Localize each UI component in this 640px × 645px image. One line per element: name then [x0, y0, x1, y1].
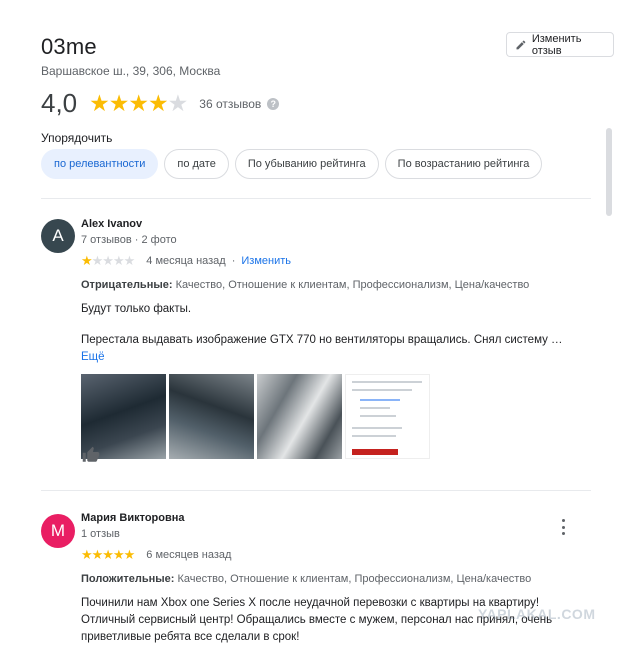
rating-value: 4,0 [41, 88, 78, 118]
review-body: Мария Викторовна 1 отзыв ★★★★★ 6 месяцев… [81, 512, 586, 645]
aspects-values: Качество, Отношение к клиентам, Професси… [175, 279, 530, 291]
review-rating-line: ★★★★★ 6 месяцев назад [81, 548, 586, 561]
avatar[interactable]: A [41, 219, 75, 253]
review-rating-line: ★★★★★ 4 месяца назад · Изменить [81, 254, 586, 267]
review-stars: ★★★★★ [81, 253, 136, 268]
sort-chip-rating-desc[interactable]: По убыванию рейтинга [234, 149, 379, 179]
sort-chip-date[interactable]: по дате [164, 149, 229, 179]
review-text-line: Перестала выдавать изображение GTX 770 н… [81, 334, 563, 346]
review-text: Будут только факты. [81, 303, 192, 315]
star-empty-icon: ★ [167, 90, 189, 116]
sort-chips: по релевантности по дате По убыванию рей… [41, 149, 543, 179]
review-date: 4 месяца назад [146, 254, 226, 267]
rating-stars: ★★★★★ [89, 90, 189, 116]
more-options-icon[interactable] [558, 519, 568, 535]
review-photo-screenshot[interactable] [345, 374, 430, 459]
review-text-continued: Перестала выдавать изображение GTX 770 н… [81, 332, 586, 366]
divider [41, 490, 591, 491]
avatar-initial: A [52, 226, 64, 245]
review-count: 36 отзывов [199, 96, 262, 111]
review-meta: 1 отзыв [81, 528, 120, 540]
review-aspects: Отрицательные: Качество, Отношение к кли… [81, 279, 586, 291]
sort-chip-rating-asc[interactable]: По возрастанию рейтинга [384, 149, 543, 179]
review-photo[interactable] [257, 374, 342, 459]
review-photo[interactable] [169, 374, 254, 459]
star-icon: ★ [128, 90, 149, 116]
sort-chip-relevance[interactable]: по релевантности [41, 149, 159, 179]
watermark: YAPLAKAL.COM [478, 606, 596, 622]
aspects-label: Отрицательные: [81, 279, 173, 291]
edit-review-label: Изменить отзыв [531, 32, 582, 57]
star-empty-icon: ★★★★ [91, 253, 136, 268]
star-icon: ★ [89, 90, 110, 116]
scrollbar[interactable] [606, 128, 612, 645]
thumbs-up-icon[interactable] [81, 446, 101, 464]
star-icon: ★★★★★ [81, 547, 135, 562]
rating-summary: 4,0 ★★★★★ 36 отзывов ? [41, 88, 280, 119]
review-body: Alex Ivanov 7 отзывов · 2 фото ★★★★★ 4 м… [81, 218, 586, 459]
avatar[interactable]: М [41, 514, 75, 548]
separator: · [231, 254, 236, 267]
star-icon: ★ [108, 90, 130, 116]
review-meta: 7 отзывов · 2 фото [81, 234, 177, 246]
aspects-label: Положительные: [81, 573, 175, 585]
review-author[interactable]: Мария Викторовна [81, 512, 586, 524]
sort-label: Упорядочить [41, 131, 113, 145]
business-header: 03me Варшавское ш., 39, 306, Москва [41, 34, 220, 78]
divider [41, 198, 591, 199]
edit-review-button[interactable]: Изменить отзыв [506, 32, 614, 57]
review-stars: ★★★★★ [81, 547, 135, 562]
aspects-values: Качество, Отношение к клиентам, Професси… [177, 573, 532, 585]
review-photos [81, 374, 586, 459]
star-icon: ★ [81, 253, 93, 268]
more-link[interactable]: Ещё [81, 351, 105, 363]
review-author[interactable]: Alex Ivanov [81, 218, 586, 230]
help-icon[interactable]: ? [267, 97, 280, 110]
edit-link[interactable]: Изменить [241, 255, 291, 267]
scrollbar-thumb[interactable] [606, 128, 612, 216]
review-aspects: Положительные: Качество, Отношение к кли… [81, 573, 586, 585]
pencil-icon [516, 40, 526, 49]
review-date: 6 месяцев назад [146, 548, 232, 561]
star-icon: ★ [148, 90, 169, 116]
avatar-initial: М [50, 521, 66, 540]
business-name: 03me [41, 34, 97, 59]
business-address: Варшавское ш., 39, 306, Москва [41, 64, 221, 78]
